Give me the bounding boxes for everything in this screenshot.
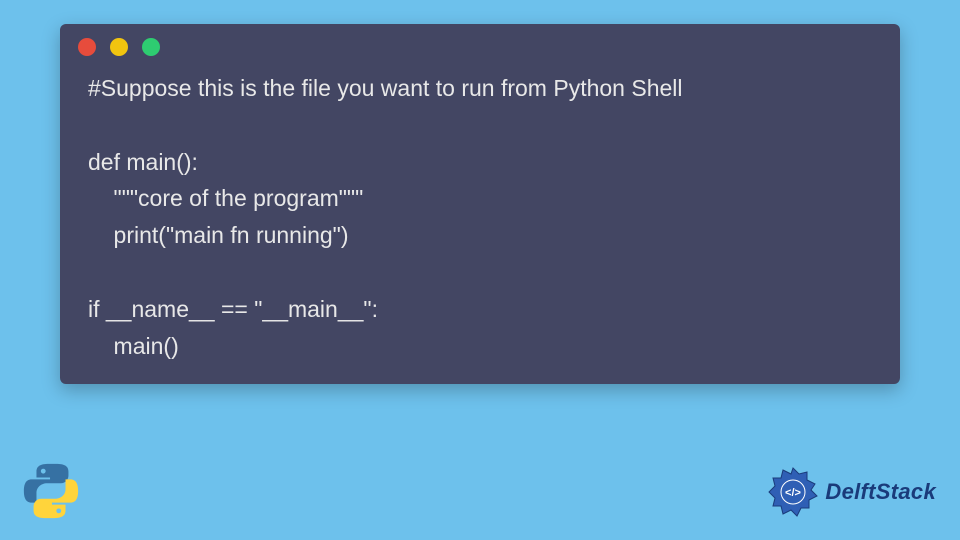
brand-name: DelftStack [825,479,936,505]
delftstack-logo: </> DelftStack [767,466,936,518]
delftstack-badge-icon: </> [767,466,819,518]
maximize-icon[interactable] [142,38,160,56]
code-window: #Suppose this is the file you want to ru… [60,24,900,384]
python-logo-icon [20,460,82,522]
code-content: #Suppose this is the file you want to ru… [60,62,900,384]
minimize-icon[interactable] [110,38,128,56]
window-titlebar [60,24,900,62]
svg-text:</>: </> [785,487,801,499]
close-icon[interactable] [78,38,96,56]
